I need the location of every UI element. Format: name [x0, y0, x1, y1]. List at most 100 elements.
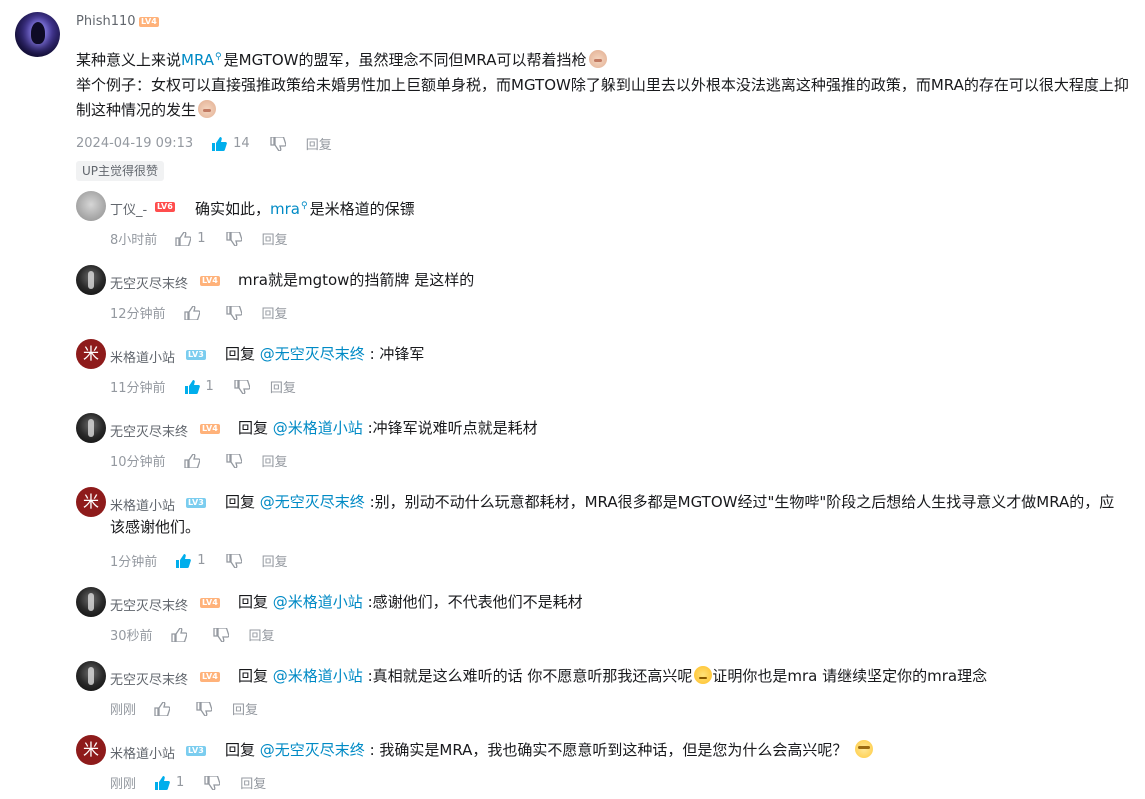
reply-meta: 12分钟前 回复 [110, 303, 288, 322]
reply-button[interactable]: 回复 [270, 377, 296, 396]
mention-link[interactable]: @米格道小站 [273, 667, 363, 685]
root-avatar[interactable] [15, 12, 60, 57]
reply-button[interactable]: 回复 [306, 134, 332, 153]
mention-link[interactable]: @无空灭尽末终 [260, 741, 365, 759]
reply-text-b: 是米格道的保镖 [309, 200, 415, 218]
reply-text: 回复 @米格道小站 :真相就是这么难听的话 你不愿意听那我还高兴呢 证明你也是mr… [238, 664, 987, 689]
dislike-button[interactable] [234, 379, 250, 394]
reply-username[interactable]: 无空灭尽末终 [110, 669, 188, 688]
reply-meta: 刚刚 1 回复 [110, 773, 266, 792]
like-count: 1 [205, 379, 214, 394]
root-link-mra[interactable]: MRA [181, 51, 214, 69]
dislike-button[interactable] [225, 305, 242, 320]
reply-button[interactable]: 回复 [262, 303, 288, 322]
root-meta: 2024-04-19 09:13 14 回复 [76, 134, 332, 153]
avatar[interactable]: 米 [76, 735, 106, 765]
reply-text: 回复 @米格道小站 :冲锋军说难听点就是耗材 [238, 416, 538, 441]
reply-time: 10分钟前 [110, 455, 166, 470]
reply-prefix: 回复 [238, 593, 273, 611]
dislike-button[interactable] [196, 701, 213, 716]
root-username[interactable]: Phish110 [76, 14, 136, 29]
reply-prefix: 回复 [225, 345, 260, 363]
like-button[interactable] [175, 231, 192, 246]
avatar[interactable] [76, 587, 106, 617]
reply-time: 刚刚 [110, 703, 137, 718]
reply-text: 确实如此，mra⚲ 是米格道的保镖 [195, 194, 415, 222]
avatar[interactable] [76, 661, 106, 691]
reply-text-a: 确实如此， [195, 200, 271, 218]
root-text-b: 是MGTOW的盟军，虽然理念不同但MRA可以帮着挡枪 [223, 51, 587, 69]
like-count: 1 [197, 553, 206, 568]
like-button[interactable] [184, 379, 200, 394]
reply-prefix: 回复 [238, 419, 273, 437]
like-button[interactable] [183, 453, 200, 468]
reply-time: 1分钟前 [110, 555, 158, 570]
reply-username[interactable]: 无空灭尽末终 [110, 421, 188, 440]
reply-button[interactable]: 回复 [262, 551, 288, 570]
reply-button[interactable]: 回复 [240, 773, 266, 792]
reply-text: 回复 @无空灭尽末终 : 我确实是MRA，我也确实不愿意听到这种话，但是您为什么… [225, 738, 874, 763]
dislike-button[interactable] [225, 231, 242, 246]
reply-body: :感谢他们，不代表他们不是耗材 [362, 593, 583, 611]
avatar[interactable] [76, 265, 106, 295]
dislike-button[interactable] [225, 553, 242, 568]
search-icon: ⚲ [215, 52, 222, 62]
reply-button[interactable]: 回复 [262, 229, 288, 248]
up-liked-badge: UP主觉得很赞 [76, 161, 165, 181]
reply-button[interactable]: 回复 [232, 699, 258, 718]
reply-meta: 30秒前 回复 [110, 625, 275, 644]
emoji-icon [198, 100, 217, 118]
reply-link-mra[interactable]: mra [270, 200, 300, 218]
like-count: 1 [197, 231, 206, 246]
avatar[interactable]: 米 [76, 339, 106, 369]
root-comment-text: 某种意义上来说MRA⚲ 是MGTOW的盟军，虽然理念不同但MRA可以帮着挡枪 举个… [76, 45, 1136, 123]
like-button[interactable] [170, 627, 187, 642]
dislike-button[interactable] [212, 627, 229, 642]
reply-text: 回复 @米格道小站 :感谢他们，不代表他们不是耗材 [238, 590, 583, 615]
reply-time: 8小时前 [110, 233, 158, 248]
level-badge: LV6 [155, 202, 175, 212]
reply-body-a: :真相就是这么难听的话 你不愿意听那我还高兴呢 [362, 667, 693, 685]
mention-link[interactable]: @米格道小站 [273, 419, 363, 437]
mention-link[interactable]: @米格道小站 [273, 593, 363, 611]
avatar[interactable] [76, 191, 106, 221]
dislike-button[interactable] [225, 453, 242, 468]
reply-meta: 1分钟前 1 回复 [110, 551, 288, 570]
avatar[interactable]: 米 [76, 487, 106, 517]
like-button[interactable] [175, 553, 192, 568]
dislike-button[interactable] [204, 775, 221, 790]
reply-button[interactable]: 回复 [262, 451, 288, 470]
reply-prefix: 回复 [238, 667, 273, 685]
level-badge: LV3 [186, 350, 206, 360]
like-button[interactable] [154, 701, 171, 716]
reply-body-b: 证明你也是mra 请继续坚定你的mra理念 [712, 667, 988, 685]
reply-meta: 8小时前 1 回复 [110, 229, 288, 248]
reply-username[interactable]: 米格道小站 [110, 347, 175, 366]
mention-link[interactable]: @无空灭尽末终 [260, 345, 365, 363]
mention-link[interactable]: @无空灭尽末终 [260, 493, 365, 511]
avatar[interactable] [76, 413, 106, 443]
level-badge: LV4 [200, 424, 220, 434]
dislike-button[interactable] [270, 136, 286, 151]
reply-time: 11分钟前 [110, 381, 166, 396]
reply-username[interactable]: 丁仪_- [110, 199, 147, 218]
root-text-line2: 举个例子：女权可以直接强推政策给未婚男性加上巨额单身税，而MGTOW除了躲到山里… [76, 76, 1129, 119]
reply-username[interactable]: 无空灭尽末终 [110, 273, 188, 292]
reply-prefix: 回复 [225, 741, 260, 759]
reply-text: 回复 @无空灭尽末终 :别，别动不动什么玩意都耗材，MRA很多都是MGTOW经过… [110, 490, 1125, 540]
reply-username[interactable]: 米格道小站 [110, 743, 175, 762]
like-count: 14 [233, 136, 250, 151]
reply-meta: 11分钟前 1 回复 [110, 377, 296, 396]
reply-time: 30秒前 [110, 629, 153, 644]
root-text-a: 某种意义上来说 [76, 51, 182, 69]
reply-text: mra就是mgtow的挡箭牌 是这样的 [238, 271, 475, 289]
like-button[interactable] [211, 136, 228, 151]
reply-button[interactable]: 回复 [249, 625, 275, 644]
root-time: 2024-04-19 09:13 [76, 136, 194, 151]
reply-text: 回复 @无空灭尽末终 : 冲锋军 [225, 342, 424, 367]
smile-emoji-icon [694, 666, 713, 684]
reply-username[interactable]: 无空灭尽末终 [110, 595, 188, 614]
like-button[interactable] [154, 775, 170, 790]
reply-prefix: 回复 [225, 493, 260, 511]
like-button[interactable] [183, 305, 200, 320]
